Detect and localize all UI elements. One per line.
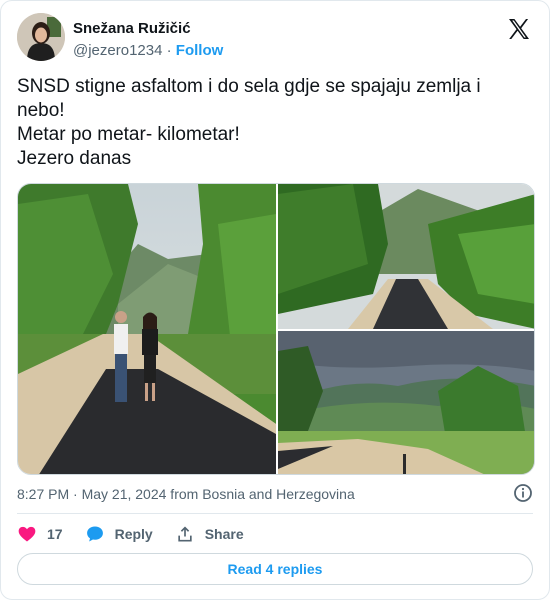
- like-count: 17: [47, 526, 63, 542]
- separator-dot: ·: [166, 42, 172, 59]
- tweet-media[interactable]: [17, 183, 535, 475]
- share-arrow-icon: [178, 526, 192, 542]
- tweet-header: Snežana Ružičić @jezero1234 · Follow: [17, 13, 533, 65]
- reply-label: Reply: [114, 526, 153, 542]
- author-info: Snežana Ružičić @jezero1234 · Follow: [73, 19, 223, 61]
- read-replies-button[interactable]: Read 4 replies: [17, 553, 533, 585]
- speech-bubble-icon: [86, 526, 103, 542]
- photo-couple-on-road[interactable]: [18, 184, 276, 474]
- heart-icon: [18, 526, 36, 542]
- share-label: Share: [204, 526, 244, 542]
- info-icon[interactable]: [513, 483, 533, 503]
- avatar[interactable]: [17, 13, 65, 61]
- tweet-text: SNSD stigne asfaltom i do sela gdje se s…: [17, 76, 481, 169]
- share-button[interactable]: Share: [175, 524, 244, 544]
- author-handle[interactable]: @jezero1234: [73, 42, 162, 59]
- tweet-timestamp[interactable]: 8:27 PM · May 21, 2024 from Bosnia and H…: [17, 485, 355, 503]
- action-bar: 17 Reply Share: [17, 523, 266, 545]
- tweet-card: Snežana Ružičić @jezero1234 · Follow SNS…: [0, 0, 550, 600]
- divider: [17, 513, 533, 514]
- like-button[interactable]: 17: [17, 524, 63, 544]
- photo-forest-road[interactable]: [278, 184, 534, 329]
- author-name[interactable]: Snežana Ružičić: [73, 19, 223, 39]
- author-handle-line: @jezero1234 · Follow: [73, 41, 223, 61]
- follow-button[interactable]: Follow: [176, 42, 224, 59]
- reply-button[interactable]: Reply: [85, 524, 153, 544]
- x-logo-icon[interactable]: [507, 17, 531, 41]
- photo-road-mountain-view[interactable]: [278, 331, 534, 474]
